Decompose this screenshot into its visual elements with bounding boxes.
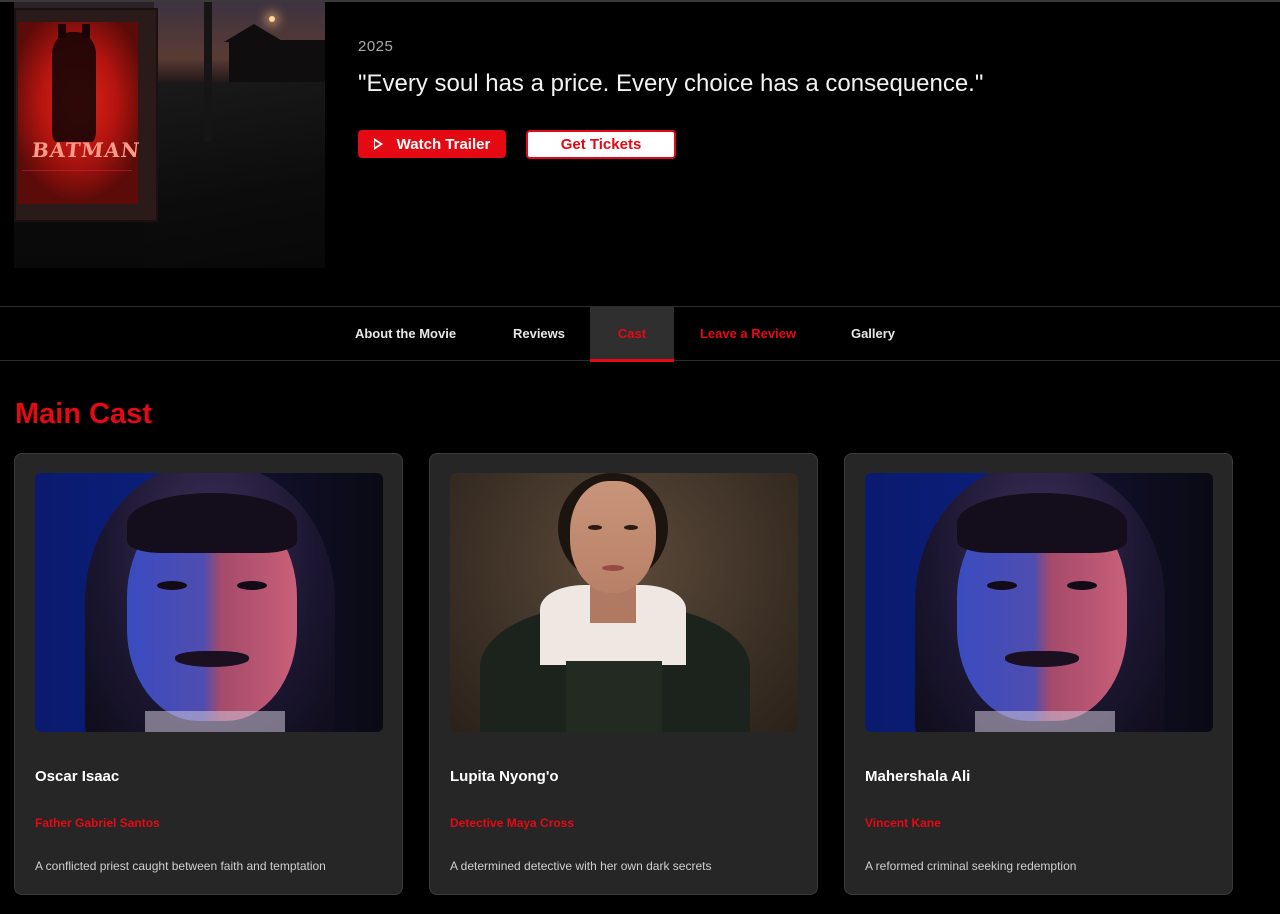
cast-card[interactable]: Mahershala Ali Vincent Kane A reformed c… [844, 453, 1233, 895]
watch-trailer-label: Watch Trailer [396, 135, 491, 153]
cast-description: A conflicted priest caught between faith… [35, 859, 326, 873]
tab-about-the-movie[interactable]: About the Movie [334, 307, 477, 360]
cast-role: Detective Maya Cross [450, 816, 575, 830]
tab-leave-a-review[interactable]: Leave a Review [680, 307, 816, 360]
cast-photo [35, 473, 383, 732]
movie-tagline: "Every soul has a price. Every choice ha… [358, 70, 984, 97]
tab-cast[interactable]: Cast [590, 307, 674, 362]
tab-reviews[interactable]: Reviews [492, 307, 586, 360]
cast-description: A determined detective with her own dark… [450, 859, 712, 873]
poster-title: BATMAN [30, 138, 142, 162]
movie-hero: BATMAN 2025 "Every soul has a price. Eve… [0, 2, 1280, 306]
cast-name: Lupita Nyong'o [450, 768, 559, 785]
tab-gallery[interactable]: Gallery [828, 307, 918, 360]
cast-role: Father Gabriel Santos [35, 816, 160, 830]
get-tickets-button[interactable]: Get Tickets [526, 130, 676, 159]
cast-photo [450, 473, 798, 732]
cast-description: A reformed criminal seeking redemption [865, 859, 1077, 873]
section-title: Main Cast [15, 398, 152, 430]
movie-poster-image: BATMAN [14, 2, 325, 268]
cast-name: Oscar Isaac [35, 768, 120, 785]
watch-trailer-button[interactable]: Watch Trailer [358, 130, 506, 158]
get-tickets-label: Get Tickets [560, 136, 642, 153]
cast-photo [865, 473, 1213, 732]
movie-tabs: About the Movie Reviews Cast Leave a Rev… [0, 306, 1280, 362]
cast-name: Mahershala Ali [865, 768, 971, 785]
cast-role: Vincent Kane [865, 816, 941, 830]
cast-card[interactable]: Oscar Isaac Father Gabriel Santos A conf… [14, 453, 403, 895]
play-icon [373, 138, 383, 150]
release-year: 2025 [358, 38, 394, 55]
cast-card[interactable]: Lupita Nyong'o Detective Maya Cross A de… [429, 453, 818, 895]
